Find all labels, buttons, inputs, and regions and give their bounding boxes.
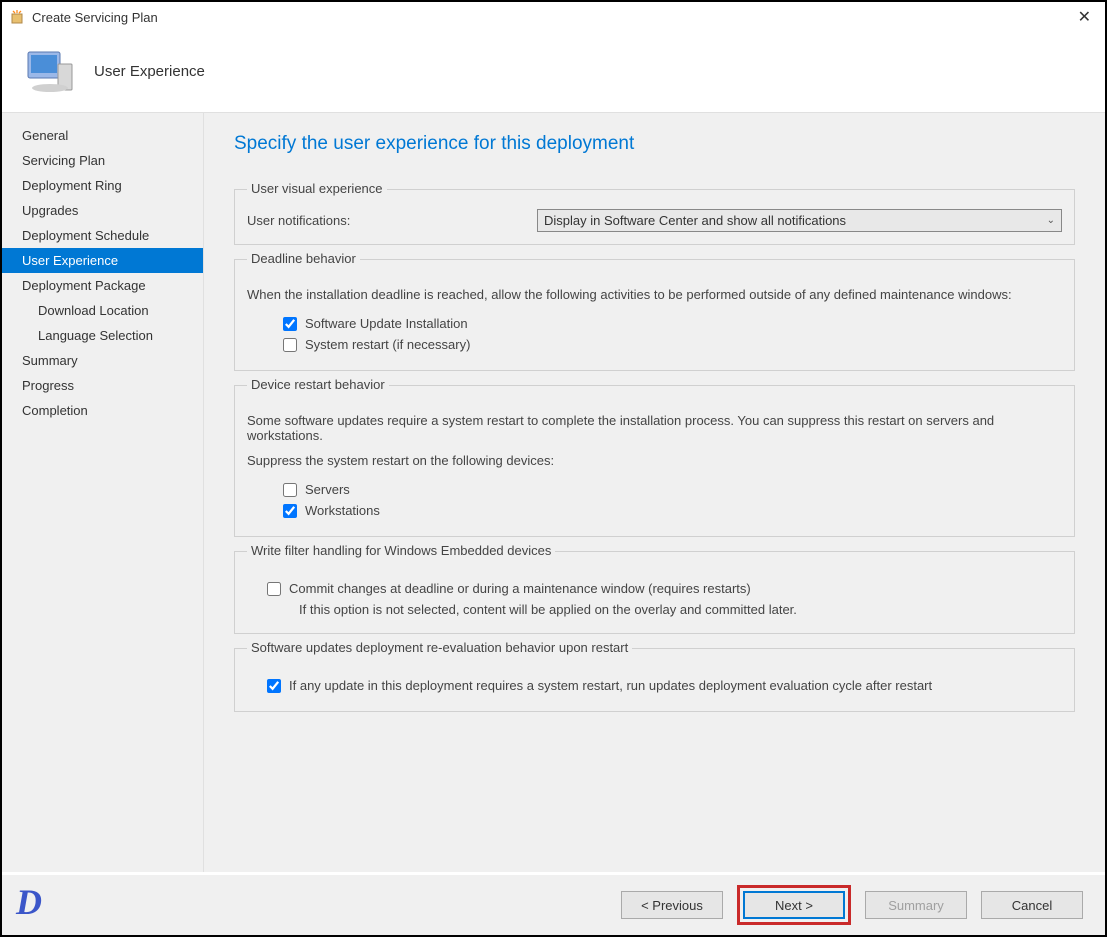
- checkbox-commit-changes[interactable]: [267, 582, 281, 596]
- wizard-icon: [10, 9, 26, 25]
- select-value: Display in Software Center and show all …: [544, 213, 846, 228]
- cancel-button[interactable]: Cancel: [981, 891, 1083, 919]
- computer-icon: [22, 46, 78, 96]
- checkbox-software-update-installation[interactable]: [283, 317, 297, 331]
- sidebar-item-progress[interactable]: Progress: [2, 373, 203, 398]
- checkbox-servers[interactable]: [283, 483, 297, 497]
- fieldset-device-restart: Device restart behavior Some software up…: [234, 385, 1075, 537]
- sidebar-item-servicing-plan[interactable]: Servicing Plan: [2, 148, 203, 173]
- label-rerun-eval[interactable]: If any update in this deployment require…: [289, 678, 932, 693]
- device-restart-prompt: Suppress the system restart on the follo…: [247, 453, 1062, 468]
- chevron-down-icon: ⌄: [1047, 215, 1055, 226]
- checkbox-system-restart[interactable]: [283, 338, 297, 352]
- label-servers[interactable]: Servers: [305, 482, 350, 497]
- write-filter-note: If this option is not selected, content …: [299, 602, 1062, 617]
- fieldset-write-filter: Write filter handling for Windows Embedd…: [234, 551, 1075, 634]
- label-user-notifications: User notifications:: [247, 213, 537, 228]
- previous-button[interactable]: < Previous: [621, 891, 723, 919]
- label-system-restart[interactable]: System restart (if necessary): [305, 337, 470, 352]
- sidebar-item-completion[interactable]: Completion: [2, 398, 203, 423]
- legend-reevaluation: Software updates deployment re-evaluatio…: [247, 640, 632, 655]
- legend-write-filter: Write filter handling for Windows Embedd…: [247, 543, 555, 558]
- page-title: Specify the user experience for this dep…: [234, 133, 1075, 155]
- brand-logo: D: [16, 881, 42, 923]
- checkbox-rerun-eval[interactable]: [267, 679, 281, 693]
- legend-device-restart: Device restart behavior: [247, 377, 389, 392]
- sidebar-item-general[interactable]: General: [2, 123, 203, 148]
- next-button-highlight: Next >: [737, 885, 851, 925]
- fieldset-visual-experience: User visual experience User notification…: [234, 189, 1075, 245]
- sidebar-item-upgrades[interactable]: Upgrades: [2, 198, 203, 223]
- label-workstations[interactable]: Workstations: [305, 503, 380, 518]
- legend-visual-experience: User visual experience: [247, 181, 387, 196]
- summary-button: Summary: [865, 891, 967, 919]
- header: User Experience: [2, 32, 1105, 113]
- fieldset-reevaluation: Software updates deployment re-evaluatio…: [234, 648, 1075, 712]
- sidebar-item-download-location[interactable]: Download Location: [2, 298, 203, 323]
- sidebar-item-deployment-ring[interactable]: Deployment Ring: [2, 173, 203, 198]
- page-header-title: User Experience: [94, 63, 205, 80]
- sidebar-item-summary[interactable]: Summary: [2, 348, 203, 373]
- checkbox-workstations[interactable]: [283, 504, 297, 518]
- deadline-description: When the installation deadline is reache…: [247, 287, 1062, 302]
- sidebar-item-deployment-schedule[interactable]: Deployment Schedule: [2, 223, 203, 248]
- wizard-sidebar: GeneralServicing PlanDeployment RingUpgr…: [2, 113, 204, 872]
- footer: < Previous Next > Summary Cancel: [2, 875, 1105, 935]
- sidebar-item-user-experience[interactable]: User Experience: [2, 248, 203, 273]
- sidebar-item-deployment-package[interactable]: Deployment Package: [2, 273, 203, 298]
- titlebar: Create Servicing Plan ✕: [2, 2, 1105, 32]
- window-title: Create Servicing Plan: [32, 10, 158, 25]
- next-button[interactable]: Next >: [743, 891, 845, 919]
- content-panel: Specify the user experience for this dep…: [204, 113, 1105, 872]
- label-software-update-installation[interactable]: Software Update Installation: [305, 316, 468, 331]
- device-restart-description: Some software updates require a system r…: [247, 413, 1062, 443]
- close-icon[interactable]: ✕: [1072, 7, 1097, 27]
- label-commit-changes[interactable]: Commit changes at deadline or during a m…: [289, 581, 751, 596]
- sidebar-item-language-selection[interactable]: Language Selection: [2, 323, 203, 348]
- fieldset-deadline: Deadline behavior When the installation …: [234, 259, 1075, 371]
- select-user-notifications[interactable]: Display in Software Center and show all …: [537, 209, 1062, 232]
- legend-deadline: Deadline behavior: [247, 251, 360, 266]
